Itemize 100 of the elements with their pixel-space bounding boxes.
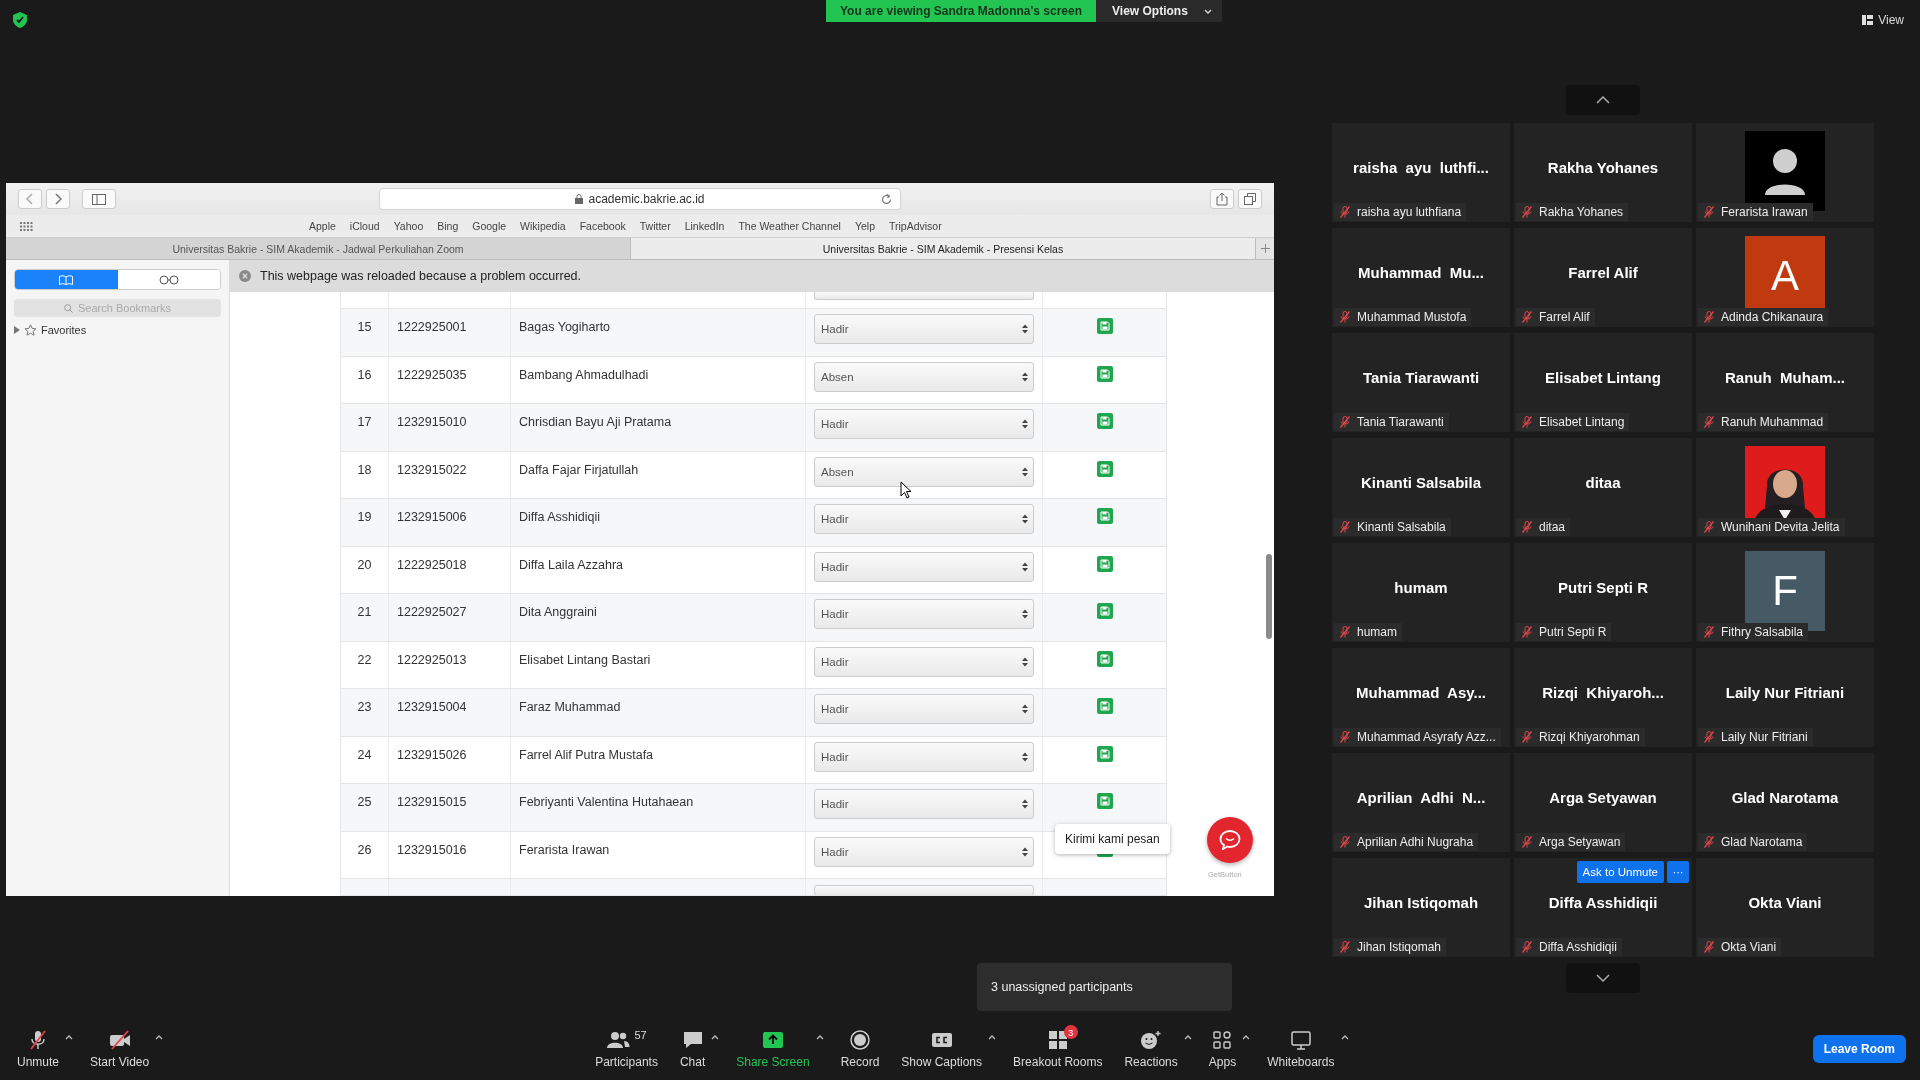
participant-tile[interactable]: Arga Setyawan Arga Setyawan [1514,753,1692,852]
apps-toolbar-button[interactable]: Apps [1203,1029,1242,1069]
save-icon[interactable] [1096,603,1113,619]
save-icon[interactable] [1096,318,1113,334]
caret-icon[interactable] [711,1035,720,1040]
participant-tile[interactable]: Laily Nur Fitriani Laily Nur Fitriani [1696,648,1874,747]
save-icon[interactable] [1096,413,1113,429]
save-icon[interactable] [1096,650,1113,667]
caret-icon[interactable] [1242,1035,1251,1040]
participant-tile[interactable]: Ranuh Muham... Ranuh Muhammad [1696,333,1874,432]
status-select[interactable]: Hadir [814,409,1034,439]
bookmark-link[interactable]: Bing [437,220,459,232]
participant-tile[interactable]: Aprilian Adhi N... Aprilian Adhi Nugraha [1332,753,1510,852]
participants-toolbar-button[interactable]: 57 Participants [590,1029,663,1069]
status-select[interactable]: Hadir [814,836,1034,867]
participant-tile[interactable]: Muhammad Mu... Muhammad Mustofa [1332,228,1510,327]
participant-tile[interactable]: Farrel Alif Farrel Alif [1514,228,1692,327]
caret-icon[interactable] [815,1035,824,1040]
apps-grid-icon[interactable] [20,221,33,231]
save-icon[interactable] [1096,555,1113,572]
participant-tile[interactable]: Glad Narotama Glad Narotama [1696,753,1874,852]
captions-toolbar-button[interactable]: Show Captions [896,1029,988,1069]
leave-room-button[interactable]: Leave Room [1812,1035,1906,1063]
participant-tile[interactable]: ditaa ditaa [1514,438,1692,537]
browser-tab[interactable]: Universitas Bakrie - SIM Akademik - Presensi Kelas [631,238,1256,259]
status-select[interactable]: Hadir [814,599,1034,629]
bookmark-link[interactable]: Google [472,220,507,232]
whiteboard-toolbar-button[interactable]: Whiteboards [1262,1029,1340,1069]
save-icon[interactable] [1096,793,1113,809]
forward-button[interactable] [46,189,70,209]
caret-icon[interactable] [1340,1035,1349,1040]
participant-label-text: Rizqi Khiyarohman [1539,730,1640,744]
bookmark-link[interactable]: Yelp [854,220,875,232]
save-icon[interactable] [1096,365,1113,382]
status-select[interactable]: Absen [814,361,1034,392]
save-icon[interactable] [1096,460,1113,477]
bookmark-link[interactable]: TripAdvisor [889,220,942,232]
bookmark-link[interactable]: LinkedIn [684,220,725,232]
caret-icon[interactable] [988,1035,997,1040]
bookmark-link[interactable]: Twitter [639,220,671,232]
participant-tile[interactable]: Muhammad Asy... Muhammad Asyrafy Azz... [1332,648,1510,747]
participant-tile[interactable]: raisha ayu luthfi... raisha ayu luthfiana [1332,123,1510,222]
sidebar-icon [92,193,106,205]
save-icon[interactable] [1096,508,1113,524]
new-tab-button[interactable] [1256,238,1274,259]
disclosure-triangle-icon[interactable] [14,326,20,334]
view-button[interactable]: View [1862,13,1904,27]
more-button[interactable]: ··· [1667,861,1689,883]
reload-icon[interactable] [881,193,892,205]
participant-tile[interactable]: Okta Viani Okta Viani [1696,858,1874,957]
bookmark-link[interactable]: Wikipedia [520,220,566,232]
record-toolbar-button[interactable]: Record [835,1029,885,1069]
chat-widget-button[interactable] [1207,817,1253,863]
bookmark-link[interactable]: The Weather Channel [738,220,841,232]
status-select[interactable]: Absen [814,456,1034,487]
tabs-overview-button[interactable] [1238,189,1262,209]
reactions-toolbar-button[interactable]: Reactions [1119,1029,1183,1069]
participant-tile[interactable]: Elisabet Lintang Elisabet Lintang [1514,333,1692,432]
status-select[interactable]: Hadir [814,314,1034,344]
status-select[interactable]: Hadir [814,504,1034,534]
reading-list-tab[interactable] [117,270,220,289]
close-icon[interactable] [239,270,251,282]
status-select[interactable]: Hadir [814,646,1034,677]
student-name: Daffa Fajar Firjatullah [511,451,806,498]
status-select[interactable]: Hadir [814,741,1034,772]
participant-tile[interactable]: Rakha Yohanes Rakha Yohanes [1514,123,1692,222]
mic-toolbar-button[interactable]: Unmute [12,1029,65,1069]
bookmark-link[interactable]: Apple [309,220,336,232]
save-icon[interactable] [1096,745,1113,762]
bookmark-folder[interactable]: Favorites [41,324,87,336]
bookmark-link[interactable]: Yahoo [393,220,424,232]
bookmarks-tab[interactable] [15,270,118,289]
caret-icon[interactable] [1183,1035,1192,1040]
address-bar[interactable]: academic.bakrie.ac.id [379,188,901,210]
back-button[interactable] [18,189,42,209]
status-select[interactable]: Hadir [814,694,1034,724]
video-toolbar-button[interactable]: Start Video [85,1029,155,1069]
participant-tile[interactable]: Tania Tiarawanti Tania Tiarawanti [1332,333,1510,432]
caret-icon[interactable] [155,1035,164,1040]
chat-tooltip[interactable]: Kirimi kami pesan [1055,824,1170,854]
bookmark-link[interactable]: Facebook [579,220,626,232]
save-icon[interactable] [1096,698,1113,714]
bookmark-link[interactable]: iCloud [349,220,380,232]
participant-tile[interactable]: humam humam [1332,543,1510,642]
shield-icon[interactable] [13,12,27,28]
participant-tile[interactable]: Wunihani Devita Jelita [1696,438,1874,537]
participant-tile[interactable]: Kinanti Salsabila Kinanti Salsabila [1332,438,1510,537]
ask-to-unmute-button[interactable]: Ask to Unmute [1576,861,1664,883]
participant-tile[interactable]: Rizqi Khiyaroh... Rizqi Khiyarohman [1514,648,1692,747]
view-options-button[interactable]: View Options [1096,0,1222,22]
caret-icon[interactable] [65,1035,74,1040]
sidebar-toggle-button[interactable] [82,189,116,209]
share-toolbar-button[interactable]: Share Screen [731,1029,815,1069]
participant-tile[interactable]: Ferarista Irawan [1696,123,1874,222]
status-select[interactable]: Hadir [814,551,1034,582]
chat-toolbar-button[interactable]: Chat [674,1029,711,1069]
status-select[interactable]: Hadir [814,789,1034,819]
participant-tile[interactable]: Putri Septi R Putri Septi R [1514,543,1692,642]
participant-tile[interactable]: Jihan Istiqomah Jihan Istiqomah [1332,858,1510,957]
scrollbar-thumb[interactable] [1266,554,1272,639]
